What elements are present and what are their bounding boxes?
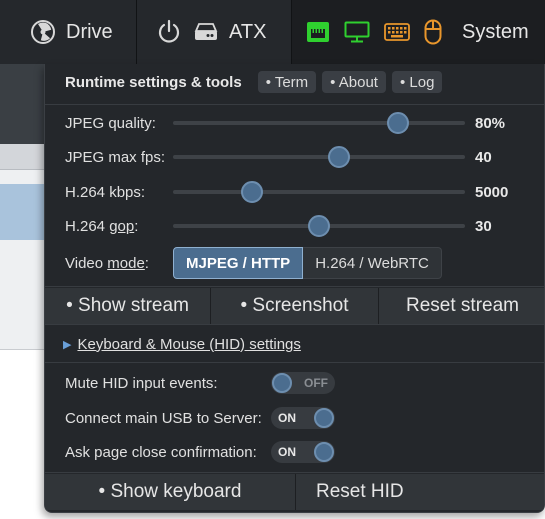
monitor-icon	[344, 21, 370, 43]
toggle-knob	[272, 373, 292, 393]
h264-gop-label: H.264 gop:	[65, 218, 173, 235]
drive-label: Drive	[66, 20, 113, 43]
slider-knob[interactable]	[328, 146, 351, 168]
connect-usb-label: Connect main USB to Server:	[65, 409, 262, 427]
navbar: Drive ATX System	[0, 0, 545, 64]
background-panel	[0, 240, 45, 510]
slider-track	[173, 190, 465, 194]
slider-track	[173, 121, 465, 125]
page-close-confirm-toggle[interactable]: ON	[271, 441, 335, 463]
mute-hid-row: Mute HID input events: OFF	[65, 371, 335, 395]
video-mode-label: Video mode:	[65, 255, 149, 272]
mjpeg-http-option[interactable]: MJPEG / HTTP	[173, 247, 304, 279]
term-button[interactable]: • Term	[257, 71, 317, 93]
jpeg-quality-value: 80%	[475, 114, 506, 132]
jpeg-max-fps-value: 40	[475, 148, 492, 166]
h264-kbps-slider[interactable]	[173, 180, 465, 204]
h264-gop-label-link[interactable]: gop	[109, 218, 134, 235]
divider	[45, 324, 544, 325]
hdd-icon	[193, 21, 219, 43]
video-mode-switch: MJPEG / HTTP H.264 / WebRTC	[173, 247, 442, 279]
page-close-confirm-label: Ask page close confirmation:	[65, 443, 257, 461]
divider	[45, 286, 544, 287]
atx-menu-button[interactable]: ATX	[137, 0, 292, 64]
divider	[45, 362, 544, 363]
video-mode-label-link[interactable]: mode	[107, 255, 145, 272]
connect-usb-toggle[interactable]: ON	[271, 407, 335, 429]
mouse-icon	[424, 19, 442, 45]
jpeg-max-fps-row: JPEG max fps: 40	[65, 145, 492, 169]
h264-kbps-value: 5000	[475, 183, 509, 201]
stream-buttons: • Show stream • Screenshot Reset stream	[45, 288, 544, 324]
background-panel	[0, 64, 45, 144]
slider-track	[173, 155, 465, 159]
drive-menu-button[interactable]: Drive	[0, 0, 137, 64]
h264-gop-row: H.264 gop: 30	[65, 214, 492, 238]
toggle-knob	[314, 442, 334, 462]
background-panel	[0, 144, 45, 170]
video-mode-label-prefix: Video	[65, 254, 108, 272]
connect-usb-row: Connect main USB to Server: ON	[65, 406, 335, 430]
system-label: System	[462, 20, 529, 43]
jpeg-quality-slider[interactable]	[173, 111, 465, 135]
hid-settings-label: Keyboard & Mouse (HID) settings	[77, 335, 301, 353]
show-keyboard-button[interactable]: • Show keyboard	[45, 474, 296, 510]
jpeg-quality-label: JPEG quality:	[65, 114, 156, 132]
expand-arrow-icon: ▶	[63, 338, 72, 351]
background-panel	[0, 350, 45, 519]
log-button[interactable]: • Log	[391, 71, 443, 93]
h264-gop-slider[interactable]	[173, 214, 465, 238]
divider	[45, 104, 544, 105]
h264-kbps-row: H.264 kbps: 5000	[65, 180, 508, 204]
toggle-knob	[314, 408, 334, 428]
video-mode-label-suffix: :	[144, 254, 149, 272]
h264-kbps-label: H.264 kbps:	[65, 183, 146, 201]
screenshot-button[interactable]: • Screenshot	[211, 288, 379, 324]
drive-icon	[30, 19, 56, 45]
toggle-state: ON	[278, 411, 296, 425]
hid-settings-link[interactable]: ▶ Keyboard & Mouse (HID) settings	[63, 334, 301, 354]
background-panel	[0, 170, 45, 184]
ethernet-icon	[306, 21, 330, 43]
mute-hid-toggle[interactable]: OFF	[271, 372, 335, 394]
divider	[45, 472, 544, 473]
menu-header: Runtime settings & tools • Term • About …	[65, 71, 443, 93]
h264-gop-value: 30	[475, 217, 492, 235]
slider-knob[interactable]	[386, 112, 409, 134]
toggle-state: ON	[278, 445, 296, 459]
menu-title: Runtime settings & tools	[65, 73, 242, 91]
h264-webrtc-option[interactable]: H.264 / WebRTC	[303, 247, 442, 279]
background-panel	[0, 184, 45, 240]
reset-hid-button[interactable]: Reset HID	[296, 474, 544, 510]
about-button[interactable]: • About	[322, 71, 386, 93]
atx-label: ATX	[229, 20, 267, 43]
h264-gop-label-suffix: :	[134, 217, 139, 235]
keyboard-icon	[384, 23, 410, 41]
jpeg-max-fps-label: JPEG max fps:	[65, 148, 166, 166]
show-stream-button[interactable]: • Show stream	[45, 288, 211, 324]
slider-knob[interactable]	[240, 181, 263, 203]
video-mode-row: Video mode:	[65, 251, 149, 275]
system-menu-button[interactable]: System	[292, 0, 545, 64]
reset-stream-button[interactable]: Reset stream	[379, 288, 544, 324]
hid-buttons: • Show keyboard Reset HID	[45, 474, 544, 510]
system-menu: Runtime settings & tools • Term • About …	[44, 64, 545, 513]
jpeg-max-fps-slider[interactable]	[173, 145, 465, 169]
page-close-confirm-row: Ask page close confirmation: ON	[65, 440, 335, 464]
h264-gop-label-prefix: H.264	[65, 217, 110, 235]
jpeg-quality-row: JPEG quality: 80%	[65, 111, 505, 135]
toggle-state: OFF	[304, 376, 328, 390]
power-icon	[157, 19, 181, 45]
slider-knob[interactable]	[308, 215, 330, 237]
mute-hid-label: Mute HID input events:	[65, 374, 218, 392]
